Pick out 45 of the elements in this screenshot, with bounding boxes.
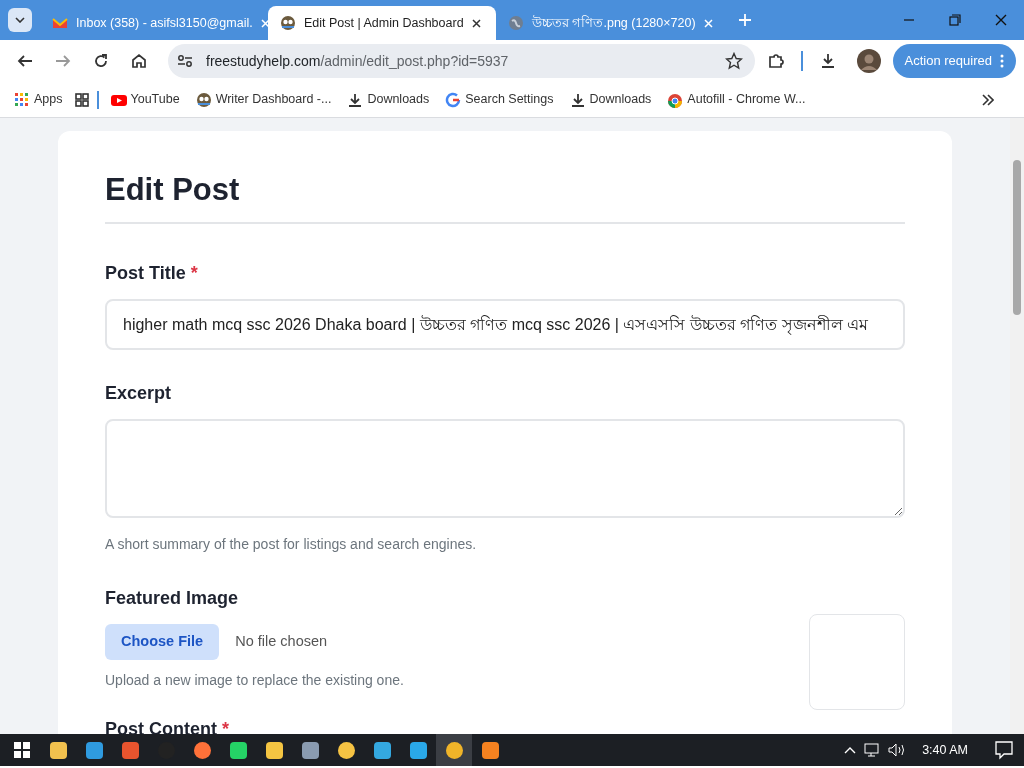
chevron-down-icon — [15, 17, 25, 23]
taskbar-clock[interactable]: 3:40 AM — [922, 740, 968, 760]
field-label: Excerpt — [105, 382, 173, 406]
url-text: freestudyhelp.com/admin/edit_post.php?id=5937 — [206, 51, 509, 71]
address-bar[interactable]: freestudyhelp.com/admin/edit_post.php?id=5937 — [168, 44, 755, 78]
bookmark[interactable]: Search Settings — [441, 88, 558, 111]
bookmark[interactable]: Downloads — [565, 88, 656, 111]
browser-tab[interactable]: Edit Post | Admin Dashboard — [268, 6, 496, 40]
chevron-double-right-icon[interactable] — [982, 93, 994, 106]
scrollbar[interactable] — [1010, 118, 1024, 734]
bookmark-star-icon[interactable] — [724, 52, 743, 70]
reload-icon — [92, 52, 110, 70]
bookmark[interactable]: Apps — [10, 88, 67, 111]
more-vertical-icon — [1000, 54, 1004, 68]
field-label: Post Title * — [105, 262, 199, 286]
apps-icon — [14, 91, 30, 108]
network-icon[interactable] — [864, 743, 881, 757]
new-tab-icon[interactable] — [738, 13, 752, 27]
help-text: A short summary of the post for listings and search engines. — [105, 535, 478, 555]
chrome-icon — [667, 91, 684, 108]
grid-icon[interactable] — [74, 92, 89, 107]
page-heading: Edit Post — [105, 171, 905, 225]
google-icon — [445, 91, 462, 108]
download-icon — [347, 91, 364, 108]
puzzle-icon — [766, 52, 785, 70]
bookmark[interactable]: Autofill - Chrome W... — [663, 88, 810, 111]
file-status: No file chosen — [235, 632, 328, 652]
speaker-icon[interactable] — [888, 743, 907, 757]
owl-icon — [195, 91, 212, 108]
help-text: Upload a new image to replace the existing one. — [105, 671, 404, 691]
bookmark[interactable]: Writer Dashboard -... — [191, 88, 336, 111]
title-input[interactable]: higher math mcq ssc 2026 Dhaka board | উচ্চতর গণিত mcq ssc 2026 | এসএসসি উচ্চতর গণিত সৃজনশীল এম — [105, 299, 905, 351]
choose-file-button[interactable]: Choose File — [105, 624, 220, 661]
chevron-up-icon[interactable] — [844, 746, 857, 754]
avatar-icon[interactable] — [856, 49, 881, 73]
home-icon — [130, 52, 148, 70]
download-icon — [569, 91, 586, 108]
bookmark[interactable]: Downloads — [343, 88, 434, 111]
tab-search-button[interactable] — [8, 8, 32, 32]
site-settings-icon[interactable] — [176, 52, 194, 70]
owl-icon — [280, 15, 296, 31]
field-label: Featured Image — [105, 587, 240, 611]
bookmark[interactable]: YouTube — [106, 88, 184, 111]
mail-icon — [52, 15, 68, 31]
globe-icon — [508, 15, 524, 31]
